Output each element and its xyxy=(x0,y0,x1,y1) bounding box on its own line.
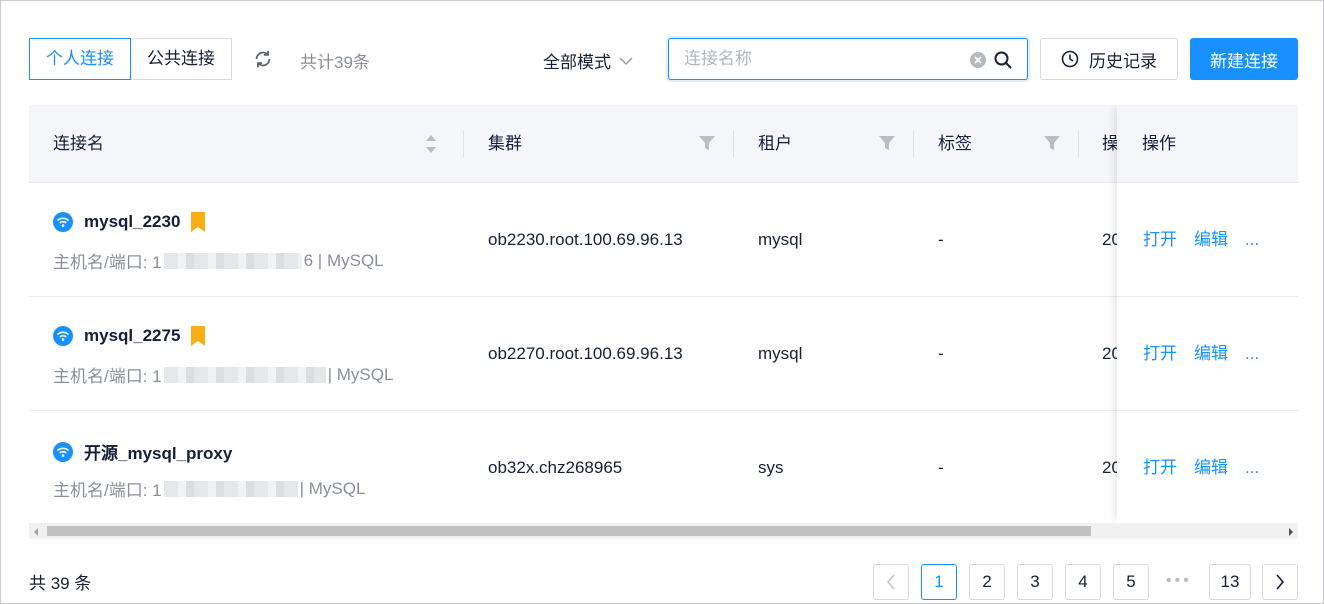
tab-personal-connections[interactable]: 个人连接 xyxy=(29,38,131,80)
host-suffix: | MySQL xyxy=(327,364,394,384)
open-button[interactable]: 打开 xyxy=(1143,411,1177,523)
search-icon[interactable] xyxy=(993,50,1013,70)
connection-scope-tabs: 个人连接 公共连接 xyxy=(29,38,232,80)
horizontal-scrollbar[interactable] xyxy=(29,523,1298,539)
sort-icon[interactable] xyxy=(425,133,437,155)
clipped-cell: 20 xyxy=(1102,458,1118,477)
filter-icon[interactable] xyxy=(878,135,896,151)
scrollbar-thumb[interactable] xyxy=(47,526,1091,536)
cluster-cell: ob32x.chz268965 xyxy=(488,458,623,477)
table-header: 连接名 集群 租户 标签 操 xyxy=(29,105,1298,183)
column-divider xyxy=(1078,130,1079,158)
redacted-host xyxy=(163,366,326,383)
chevron-right-icon xyxy=(1276,574,1285,590)
actions-cell: 打开 编辑 ... xyxy=(1117,183,1298,297)
tenant-cell: sys xyxy=(758,458,784,477)
page-button-1[interactable]: 1 xyxy=(921,564,957,600)
connection-name-label: 开源_mysql_proxy xyxy=(84,444,233,463)
connection-host: 主机名/端口: 1 | MySQL xyxy=(53,476,365,501)
connections-table: 连接名 集群 租户 标签 操 mysql_2230 主机名/端口: 1 6 | … xyxy=(29,105,1298,523)
bookmark-icon[interactable] xyxy=(190,325,206,347)
cluster-cell: ob2270.root.100.69.96.13 xyxy=(488,344,683,363)
search-input[interactable] xyxy=(684,47,964,71)
tenant-cell: mysql xyxy=(758,344,803,363)
column-divider xyxy=(913,130,914,158)
mode-select[interactable]: 全部模式 xyxy=(543,48,633,73)
filter-icon[interactable] xyxy=(698,135,716,151)
search-box xyxy=(668,38,1028,80)
connection-status-icon xyxy=(53,212,73,232)
prev-page-button[interactable] xyxy=(873,564,909,600)
page-button-2[interactable]: 2 xyxy=(969,564,1005,600)
table-row[interactable]: 开源_mysql_proxy 主机名/端口: 1 | MySQL ob32x.c… xyxy=(29,411,1298,523)
connection-name[interactable]: mysql_2275 xyxy=(53,325,206,347)
connection-name[interactable]: 开源_mysql_proxy xyxy=(53,439,232,464)
next-page-button[interactable] xyxy=(1262,564,1298,600)
tags-cell: - xyxy=(938,230,944,249)
connection-host: 主机名/端口: 1 | MySQL xyxy=(53,362,393,387)
column-header-tags: 标签 xyxy=(938,134,972,153)
chevron-left-icon xyxy=(886,574,895,590)
bookmark-icon[interactable] xyxy=(190,211,206,233)
edit-button[interactable]: 编辑 xyxy=(1194,411,1228,523)
column-divider xyxy=(733,130,734,158)
redacted-host xyxy=(163,252,302,269)
host-label: 主机名/端口: 1 xyxy=(53,253,162,272)
open-button[interactable]: 打开 xyxy=(1143,183,1177,297)
edit-button[interactable]: 编辑 xyxy=(1194,183,1228,297)
connection-status-icon xyxy=(53,441,73,462)
actions-column: 操作 打开 编辑 ... 打开 编辑 ... 打开 编辑 ... xyxy=(1117,105,1298,523)
page-button-5[interactable]: 5 xyxy=(1113,564,1149,600)
history-button-label: 历史记录 xyxy=(1089,51,1157,71)
scroll-right-arrow-icon[interactable] xyxy=(1289,528,1293,536)
column-header-clipped: 操 xyxy=(1102,134,1118,153)
chevron-down-icon xyxy=(619,56,633,65)
connection-name-label: mysql_2230 xyxy=(84,212,181,231)
scroll-left-arrow-icon[interactable] xyxy=(34,528,38,536)
column-divider xyxy=(463,130,464,158)
connection-status-icon xyxy=(53,326,73,346)
redacted-host xyxy=(163,480,298,497)
clock-icon xyxy=(1061,50,1079,68)
column-header-actions: 操作 xyxy=(1117,105,1298,183)
host-label: 主机名/端口: 1 xyxy=(53,367,162,386)
connection-host: 主机名/端口: 1 6 | MySQL xyxy=(53,248,384,273)
table-row[interactable]: mysql_2275 主机名/端口: 1 | MySQL ob2270.root… xyxy=(29,297,1298,411)
cluster-cell: ob2230.root.100.69.96.13 xyxy=(488,230,683,249)
history-button[interactable]: 历史记录 xyxy=(1040,38,1178,80)
actions-cell: 打开 编辑 ... xyxy=(1117,297,1298,411)
page-button-4[interactable]: 4 xyxy=(1065,564,1101,600)
host-suffix: 6 | MySQL xyxy=(303,250,384,270)
table-row[interactable]: mysql_2230 主机名/端口: 1 6 | MySQL ob2230.ro… xyxy=(29,183,1298,297)
pagination-total: 共 39 条 xyxy=(29,574,92,593)
open-button[interactable]: 打开 xyxy=(1143,297,1177,411)
column-header-name[interactable]: 连接名 xyxy=(53,105,104,183)
more-button[interactable]: ... xyxy=(1245,183,1259,297)
page-button-last[interactable]: 13 xyxy=(1209,564,1251,600)
column-header-tenant: 租户 xyxy=(758,134,792,153)
clipped-cell: 20 xyxy=(1102,230,1118,249)
tags-cell: - xyxy=(938,344,944,363)
tenant-cell: mysql xyxy=(758,230,803,249)
more-button[interactable]: ... xyxy=(1245,297,1259,411)
new-connection-button[interactable]: 新建连接 xyxy=(1190,38,1298,80)
actions-cell: 打开 编辑 ... xyxy=(1117,411,1298,523)
refresh-icon[interactable] xyxy=(252,48,274,70)
edit-button[interactable]: 编辑 xyxy=(1194,297,1228,411)
clipped-cell: 20 xyxy=(1102,344,1118,363)
connection-name-label: mysql_2275 xyxy=(84,326,181,345)
pagination-ellipsis[interactable]: ••• xyxy=(1166,572,1192,590)
mode-select-label: 全部模式 xyxy=(543,53,611,72)
more-button[interactable]: ... xyxy=(1245,411,1259,523)
column-header-cluster: 集群 xyxy=(488,134,522,153)
connection-name[interactable]: mysql_2230 xyxy=(53,211,206,233)
host-label: 主机名/端口: 1 xyxy=(53,481,162,500)
host-suffix: | MySQL xyxy=(299,478,366,498)
total-count-label: 共计39条 xyxy=(300,53,370,72)
tab-public-connections[interactable]: 公共连接 xyxy=(130,38,232,80)
page-button-3[interactable]: 3 xyxy=(1017,564,1053,600)
filter-icon[interactable] xyxy=(1043,135,1061,151)
tags-cell: - xyxy=(938,458,944,477)
clear-icon[interactable] xyxy=(969,51,987,69)
